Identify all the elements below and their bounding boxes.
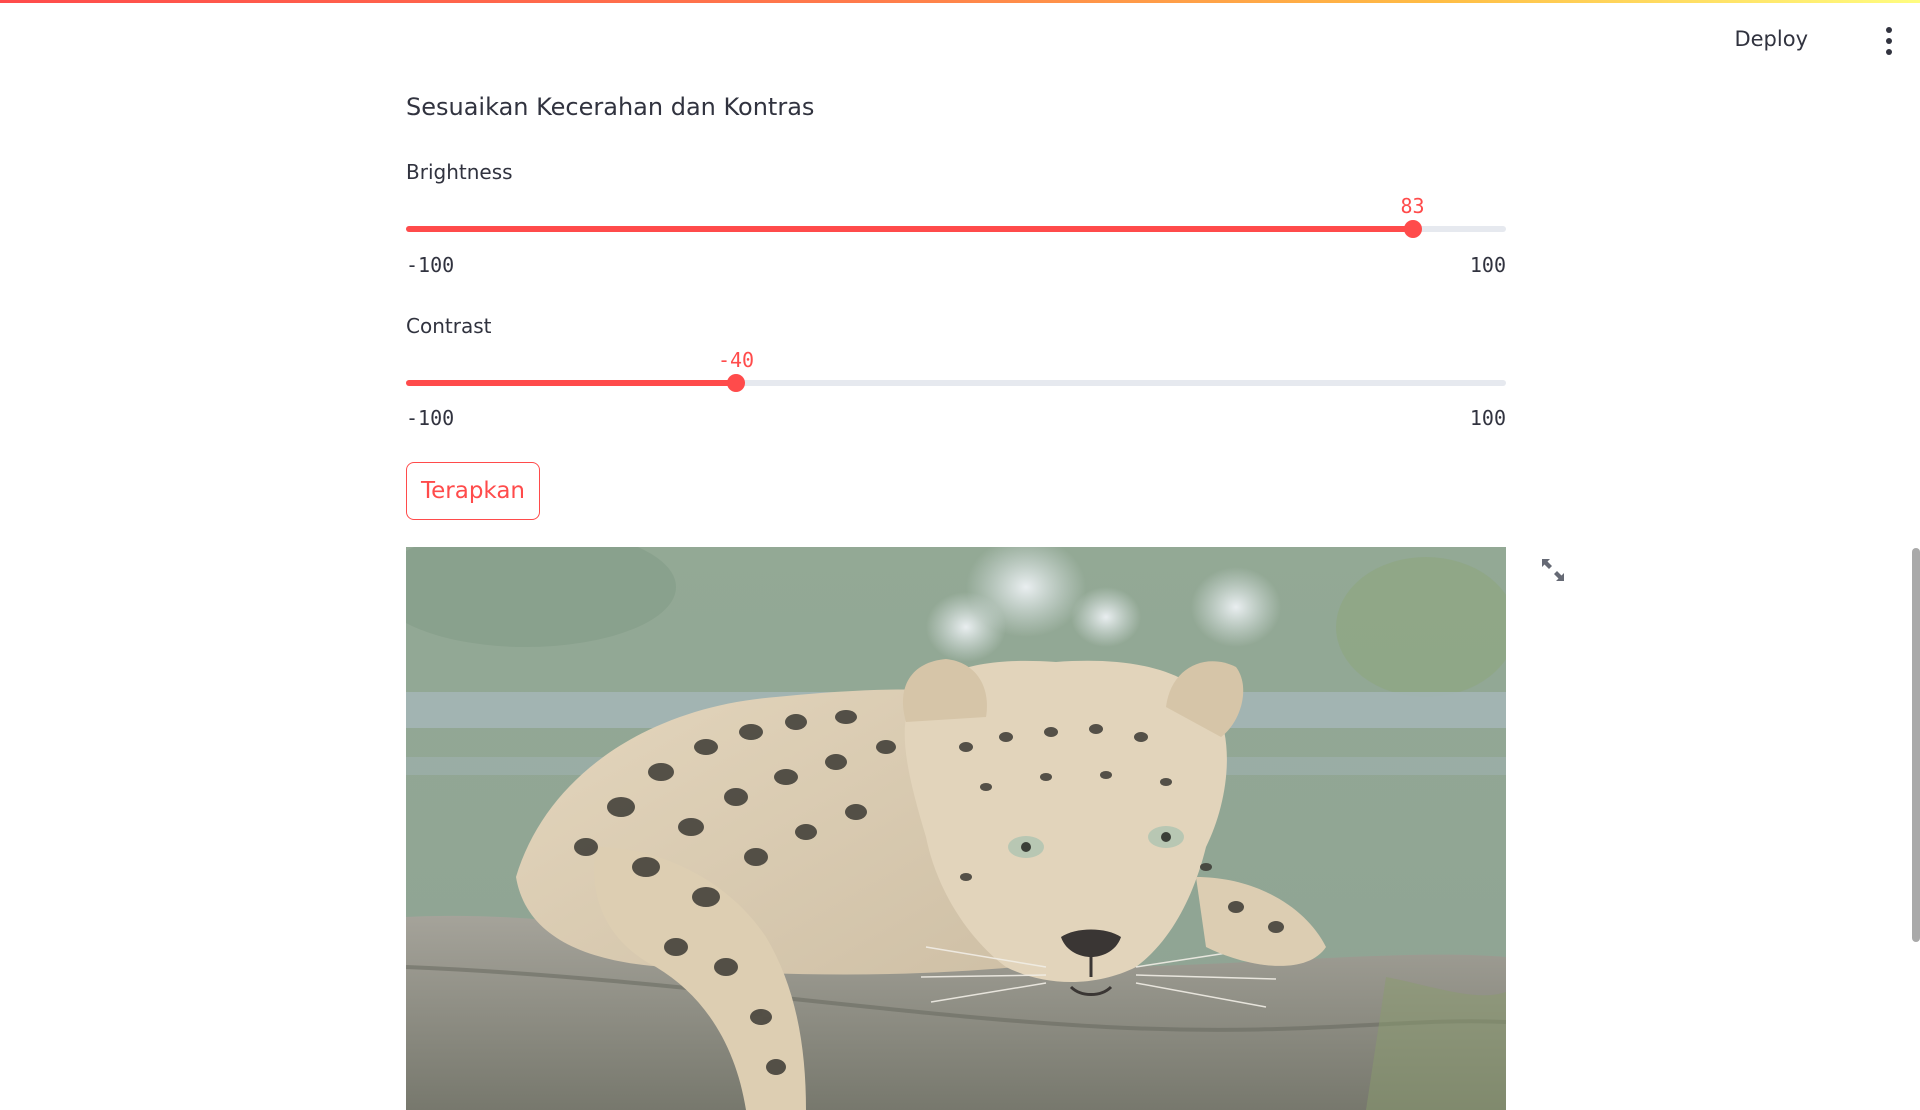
menu-dot bbox=[1886, 49, 1892, 55]
slider-thumb[interactable] bbox=[727, 374, 745, 392]
slider-fill bbox=[406, 380, 736, 386]
brightness-label: Brightness bbox=[406, 160, 513, 184]
slider-thumb[interactable] bbox=[1403, 220, 1422, 238]
slider-fill bbox=[406, 226, 1413, 232]
section-title: Sesuaikan Kecerahan dan Kontras bbox=[406, 93, 815, 121]
slider-max: 100 bbox=[1469, 406, 1506, 430]
leopard-image bbox=[406, 547, 1506, 1110]
expand-icon[interactable] bbox=[1538, 555, 1568, 585]
slider-max: 100 bbox=[1469, 253, 1506, 277]
menu-dot bbox=[1886, 38, 1892, 44]
brightness-slider[interactable]: 83 bbox=[406, 194, 1506, 254]
contrast-slider[interactable]: -40 bbox=[406, 348, 1506, 408]
app-header: Deploy bbox=[0, 3, 1920, 73]
menu-dot bbox=[1886, 27, 1892, 33]
slider-min: -100 bbox=[406, 253, 455, 277]
slider-value: -40 bbox=[717, 348, 755, 372]
slider-value: 83 bbox=[1400, 194, 1425, 218]
brightness-range: -100 100 bbox=[406, 253, 1506, 279]
contrast-range: -100 100 bbox=[406, 406, 1506, 432]
slider-min: -100 bbox=[406, 406, 455, 430]
result-image bbox=[406, 547, 1506, 1110]
apply-button[interactable]: Terapkan bbox=[406, 462, 540, 520]
page-scrollbar[interactable] bbox=[1912, 548, 1920, 942]
contrast-label: Contrast bbox=[406, 314, 492, 338]
more-vertical-icon[interactable] bbox=[1884, 27, 1894, 55]
deploy-button[interactable]: Deploy bbox=[1734, 27, 1808, 51]
